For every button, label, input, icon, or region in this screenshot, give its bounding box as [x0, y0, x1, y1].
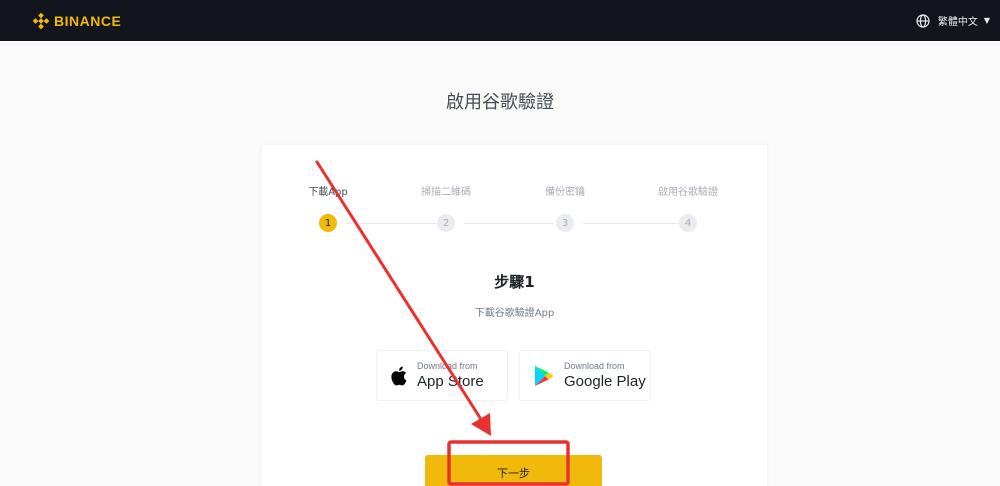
page-title: 啟用谷歌驗證	[446, 92, 554, 113]
step-label-2: 掃描二維碼	[421, 187, 471, 198]
step-subtitle: 下載谷歌驗證App	[474, 308, 555, 319]
step-label-3: 備份密鑰	[545, 187, 585, 198]
logo-text: BINANCE	[54, 12, 122, 29]
apple-icon	[391, 366, 407, 385]
stepper-line	[346, 223, 436, 224]
language-label: 繁體中文	[937, 17, 978, 28]
setup-card: 下載App 掃描二維碼 備份密鑰 啟用谷歌驗證 1 2 3 4 步驟1 下載谷歌…	[262, 145, 767, 486]
chevron-down-icon: ▼	[983, 16, 990, 25]
google-play-button[interactable]: Download from Google Play	[519, 350, 651, 401]
google-play-icon	[535, 365, 553, 386]
step-label-4: 啟用谷歌驗證	[658, 187, 718, 198]
google-play-label: Google Play	[564, 373, 646, 390]
language-selector[interactable]: 繁體中文 ▼	[916, 13, 990, 28]
stepper-line	[464, 223, 554, 224]
top-navigation-bar: BINANCE 繁體中文 ▼	[0, 0, 1000, 41]
step-indicator-2: 2	[437, 214, 455, 232]
globe-icon	[916, 13, 930, 28]
step-indicator-3: 3	[556, 214, 574, 232]
next-button[interactable]: 下一步	[425, 455, 602, 486]
binance-diamond-icon	[33, 12, 49, 29]
step-heading: 步驟1	[494, 273, 535, 291]
app-store-label: App Store	[417, 373, 484, 390]
step-label-1: 下載App	[308, 187, 348, 198]
google-play-caption: Download from	[564, 361, 625, 371]
stepper-line	[583, 223, 679, 224]
binance-logo[interactable]: BINANCE	[33, 12, 122, 29]
app-store-button[interactable]: Download from App Store	[376, 350, 508, 401]
step-indicator-4: 4	[679, 214, 697, 232]
app-store-caption: Download from	[417, 361, 478, 371]
step-indicator-1: 1	[319, 214, 337, 232]
